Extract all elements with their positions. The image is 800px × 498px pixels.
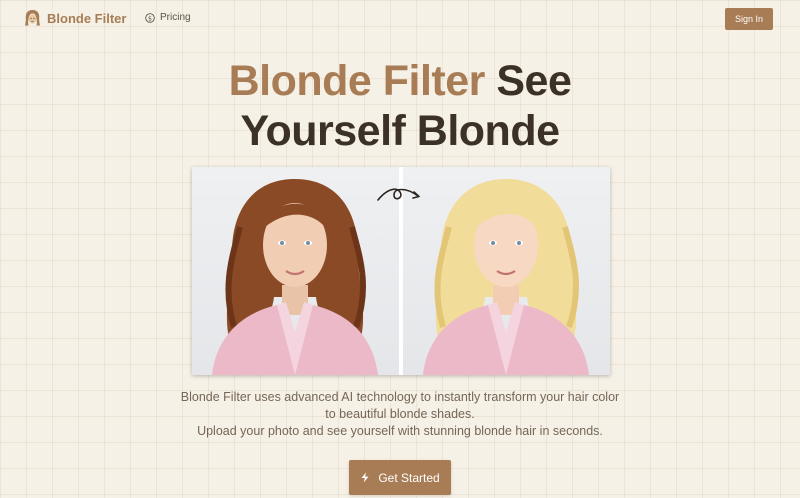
get-started-button[interactable]: Get Started: [349, 460, 451, 495]
brand-name: Blonde Filter: [47, 10, 127, 26]
hero-description-line-2: to beautiful blonde shades.: [325, 407, 475, 421]
hero-title-rest-1: See: [496, 57, 572, 105]
dollar-circle-icon: $: [145, 12, 155, 23]
get-started-label: Get Started: [378, 470, 440, 485]
before-photo: [192, 167, 399, 375]
before-portrait-illustration: [212, 179, 378, 375]
hero-title-accent: Blonde Filter: [228, 57, 486, 105]
after-photo: [403, 167, 610, 375]
hero-description-line-3: Upload your photo and see yourself with …: [197, 424, 603, 438]
brand-logo-link[interactable]: Blonde Filter: [24, 9, 126, 27]
hair-face-icon: [25, 10, 40, 26]
svg-text:$: $: [148, 15, 152, 22]
hero-description: Blonde Filter uses advanced AI technolog…: [0, 389, 800, 440]
nav-pricing-label: Pricing: [160, 12, 191, 23]
nav-pricing-link[interactable]: $ Pricing: [145, 12, 191, 23]
top-navbar: Blonde Filter $ Pricing Sign In: [0, 0, 800, 38]
hero-description-line-1: Blonde Filter uses advanced AI technolog…: [180, 390, 620, 404]
sign-in-button[interactable]: Sign In: [725, 8, 773, 30]
hero-title-rest-2: Yourself Blonde: [240, 107, 560, 155]
looped-arrow-icon: [377, 188, 420, 201]
hero-title: Blonde Filter See Yourself Blonde: [0, 56, 800, 156]
after-portrait-illustration: [423, 179, 589, 375]
lightning-icon: [361, 472, 369, 483]
